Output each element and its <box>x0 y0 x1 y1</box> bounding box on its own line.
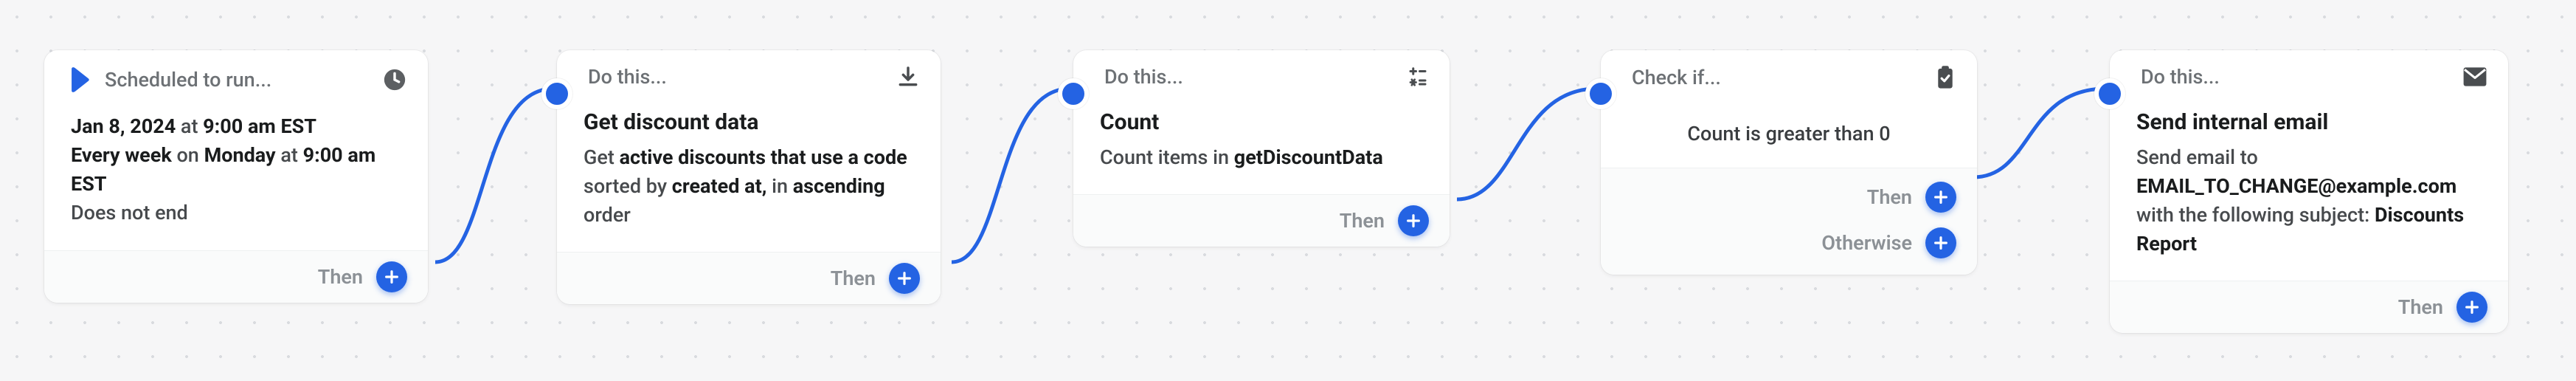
condition-expression: Count is greater than 0 <box>1601 100 1977 168</box>
clock-icon <box>382 67 407 92</box>
add-step-button[interactable] <box>2456 292 2487 323</box>
otherwise-label: Otherwise <box>1821 231 1912 255</box>
clipboard-check-icon <box>1934 65 1956 90</box>
add-step-button[interactable] <box>1398 205 1429 236</box>
input-port[interactable] <box>2094 78 2125 109</box>
node-head-label: Do this... <box>2130 65 2452 89</box>
node-description: Count items in getDiscountData <box>1100 143 1423 172</box>
node-head-label: Scheduled to run... <box>105 68 372 92</box>
add-otherwise-step-button[interactable] <box>1925 227 1956 258</box>
workflow-canvas[interactable]: Scheduled to run... Jan 8, 2024 at 9:00 … <box>0 0 2576 381</box>
then-label: Then <box>2398 295 2443 319</box>
then-label: Then <box>831 267 876 290</box>
node-title: Get discount data <box>584 106 914 139</box>
input-port[interactable] <box>541 78 572 109</box>
email-icon <box>2462 66 2487 87</box>
workflow-node-count[interactable]: Do this... Count Count items in getDisco… <box>1073 50 1450 247</box>
node-description: Get active discounts that use a code sor… <box>584 143 914 230</box>
schedule-line-1: Jan 8, 2024 at 9:00 am EST <box>71 112 401 141</box>
add-then-step-button[interactable] <box>1925 182 1956 213</box>
node-head-label: Check if... <box>1621 66 1924 89</box>
input-port[interactable] <box>1058 78 1089 109</box>
calculate-icon <box>1407 66 1429 88</box>
then-label: Then <box>318 265 363 289</box>
add-step-button[interactable] <box>889 263 920 294</box>
then-label: Then <box>1867 185 1912 209</box>
download-icon <box>896 65 920 89</box>
play-icon <box>65 65 94 95</box>
schedule-line-2: Every week on Monday at 9:00 am EST <box>71 141 401 199</box>
workflow-node-get-discount-data[interactable]: Do this... Get discount data Get active … <box>557 50 941 304</box>
node-head-label: Do this... <box>1094 65 1396 89</box>
node-title: Count <box>1100 106 1423 139</box>
schedule-line-3: Does not end <box>71 199 401 227</box>
node-head-label: Do this... <box>578 65 886 89</box>
workflow-node-trigger[interactable]: Scheduled to run... Jan 8, 2024 at 9:00 … <box>44 50 428 303</box>
then-label: Then <box>1340 209 1385 233</box>
node-title: Send internal email <box>2136 106 2482 139</box>
add-step-button[interactable] <box>376 261 407 292</box>
workflow-node-send-email[interactable]: Do this... Send internal email Send emai… <box>2110 50 2508 333</box>
node-description: Send email to EMAIL_TO_CHANGE@example.co… <box>2136 143 2482 259</box>
input-port[interactable] <box>1585 78 1616 109</box>
workflow-node-condition[interactable]: Check if... Count is greater than 0 Then… <box>1601 50 1977 275</box>
